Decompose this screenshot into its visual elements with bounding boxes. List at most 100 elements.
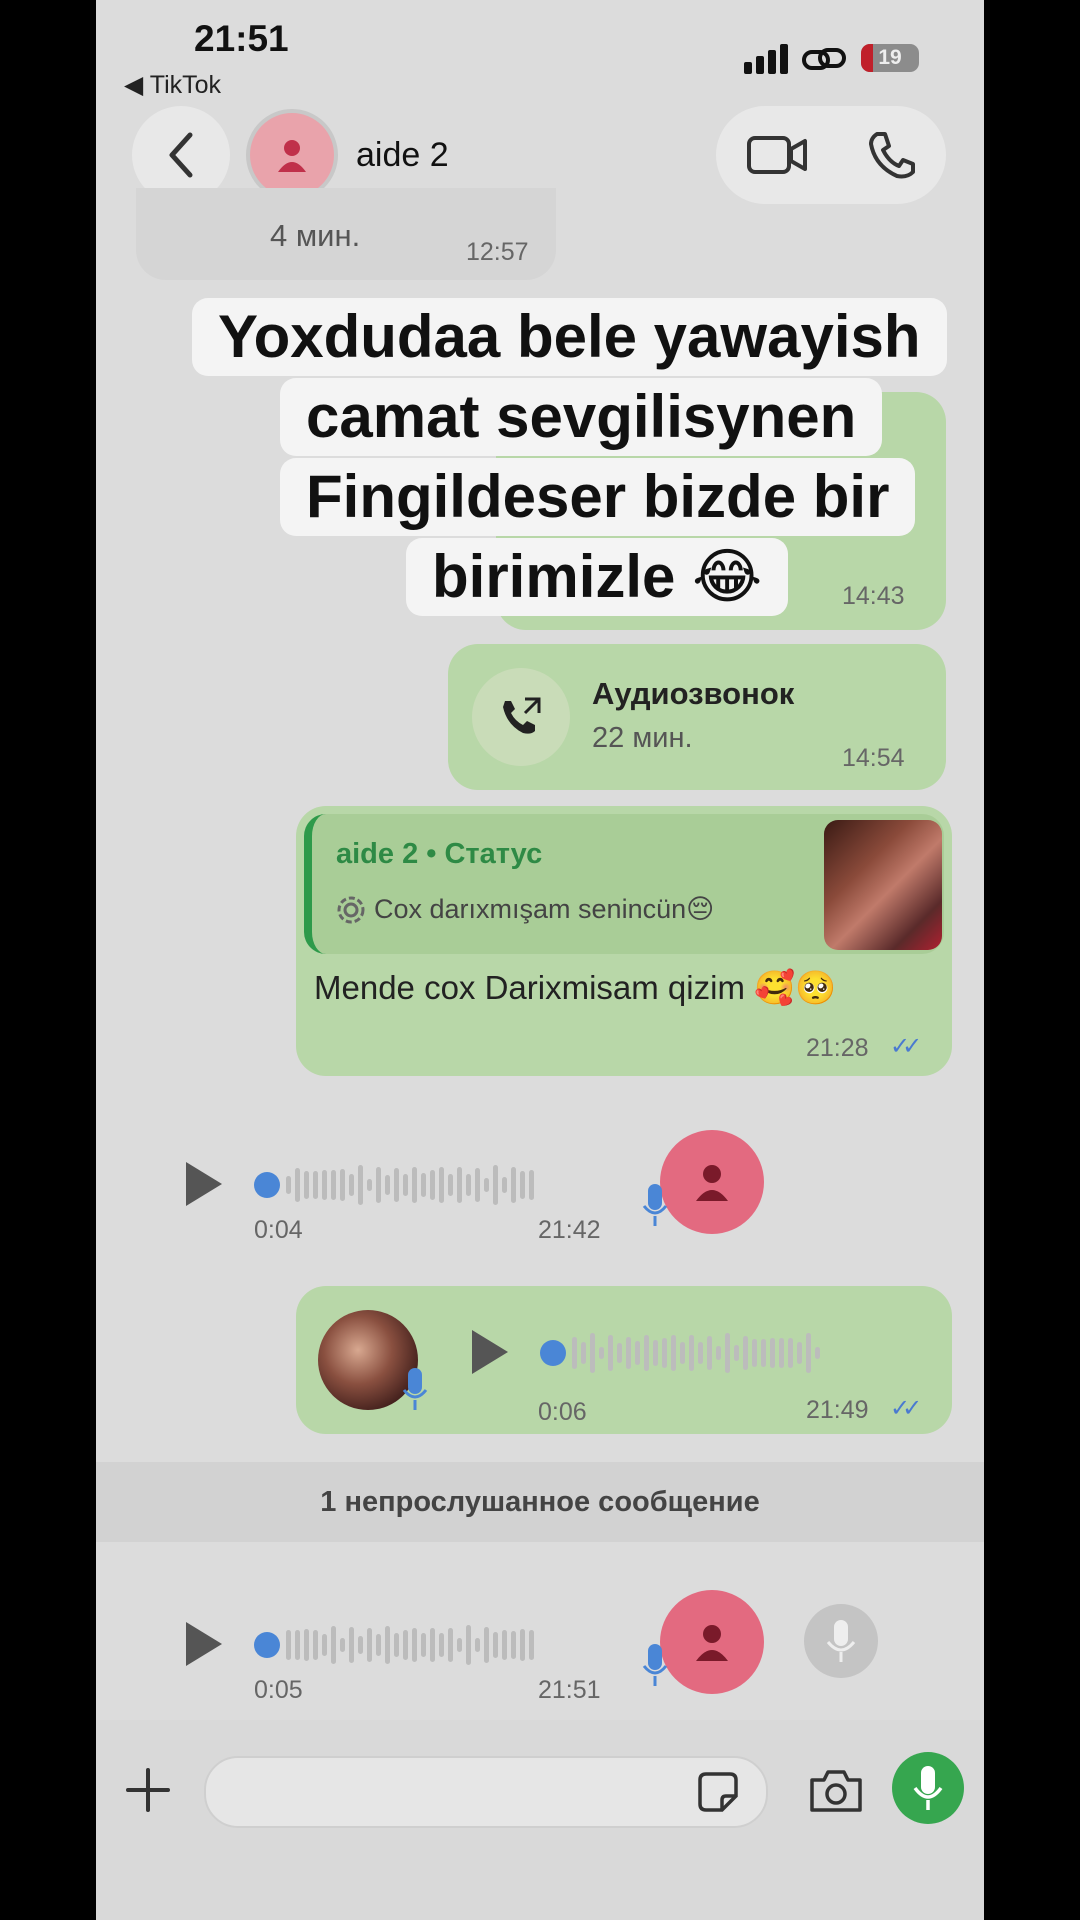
record-voice-button[interactable] [892, 1752, 964, 1824]
waveform-bar [466, 1625, 471, 1665]
caption-line-1: Yoxdudaa bele yawayish [192, 298, 947, 376]
waveform-bar [475, 1637, 480, 1653]
waveform-bar [340, 1638, 345, 1652]
waveform-bar [394, 1168, 399, 1202]
camera-icon[interactable] [808, 1768, 864, 1814]
message-input[interactable] [204, 1756, 768, 1828]
sender-avatar[interactable] [660, 1130, 764, 1234]
waveform-bar [286, 1176, 291, 1194]
voice-waveform[interactable] [286, 1610, 534, 1680]
call-actions [716, 106, 946, 204]
hidden-bubble-time: 14:43 [842, 582, 905, 610]
waveform-bar [529, 1170, 534, 1200]
audio-call-bubble[interactable]: Аудиозвонок 22 мин. 14:54 [448, 644, 946, 790]
microphone-icon [913, 1766, 943, 1810]
read-ticks-icon: ✓✓ [890, 1033, 922, 1060]
waveform-bar [385, 1175, 390, 1195]
previous-call-bubble[interactable]: 4 мин. 12:57 [136, 188, 556, 280]
voice-duration: 0:06 [538, 1398, 587, 1426]
waveform-bar [412, 1166, 417, 1204]
waveform-bar [815, 1346, 820, 1360]
transcribe-button[interactable] [804, 1604, 878, 1678]
waveform-bar [671, 1335, 676, 1371]
waveform-bar [520, 1629, 525, 1661]
waveform-bar [286, 1630, 291, 1660]
waveform-bar [626, 1336, 631, 1370]
voice-waveform[interactable] [572, 1318, 820, 1388]
sticker-icon[interactable] [696, 1770, 740, 1814]
waveform-bar [313, 1170, 318, 1200]
waveform-bar [349, 1174, 354, 1196]
waveform-bar [331, 1169, 336, 1201]
play-icon[interactable] [472, 1330, 508, 1374]
person-icon [696, 1625, 728, 1661]
waveform-bar [403, 1629, 408, 1661]
waveform-bar [644, 1334, 649, 1372]
waveform-bar [617, 1342, 622, 1364]
playback-scrubber[interactable] [254, 1632, 280, 1658]
waveform-bar [376, 1166, 381, 1204]
waveform-bar [707, 1336, 712, 1370]
waveform-bar [716, 1346, 721, 1360]
waveform-bar [788, 1337, 793, 1369]
contact-name: aide 2 [356, 135, 449, 174]
waveform-bar [511, 1167, 516, 1203]
person-icon [696, 1165, 728, 1201]
mic-icon [642, 1644, 668, 1686]
waveform-bar [725, 1333, 730, 1373]
waveform-bar [322, 1169, 327, 1201]
playback-scrubber[interactable] [254, 1172, 280, 1198]
play-icon[interactable] [186, 1622, 222, 1666]
waveform-bar [295, 1167, 300, 1203]
sender-avatar[interactable] [660, 1590, 764, 1694]
chat-screen: 21:51 ◀ TikTok 19 aide 2 4 мин. 12:57 14… [96, 0, 984, 1920]
play-icon[interactable] [186, 1162, 222, 1206]
status-thumbnail[interactable] [824, 820, 942, 950]
audio-call-time: 14:54 [842, 744, 905, 772]
signal-icon [744, 44, 788, 74]
voice-message-2[interactable]: 0:06 21:49 ✓✓ [296, 1286, 952, 1434]
voice-time: 21:42 [538, 1216, 601, 1244]
playback-scrubber[interactable] [540, 1340, 566, 1366]
mic-icon [402, 1368, 428, 1410]
waveform-bar [572, 1337, 577, 1369]
waveform-bar [385, 1626, 390, 1664]
voice-waveform[interactable] [286, 1150, 534, 1220]
status-ring-icon [337, 896, 365, 923]
waveform-bar [502, 1176, 507, 1194]
previous-call-duration: 4 мин. [270, 218, 361, 253]
back-to-app-link[interactable]: ◀ TikTok [124, 70, 221, 100]
outgoing-call-icon [503, 697, 541, 734]
waveform-bar [358, 1635, 363, 1655]
quoted-status-header: aide 2 • Статус [336, 838, 543, 870]
waveform-bar [367, 1178, 372, 1192]
video-call-icon[interactable] [746, 133, 808, 177]
waveform-bar [590, 1333, 595, 1373]
quoted-status[interactable]: aide 2 • Статус Cox darıxmışam senincün😔 [304, 814, 944, 954]
plus-icon[interactable] [124, 1766, 172, 1814]
audio-call-duration: 22 мин. [592, 722, 693, 754]
waveform-bar [599, 1347, 604, 1359]
waveform-bar [493, 1165, 498, 1205]
chevron-left-icon [169, 132, 193, 178]
waveform-bar [806, 1333, 811, 1373]
waveform-bar [761, 1338, 766, 1368]
waveform-bar [448, 1174, 453, 1196]
phone-icon[interactable] [867, 130, 917, 180]
audio-call-title: Аудиозвонок [592, 676, 795, 711]
mic-transcribe-icon [826, 1620, 856, 1662]
waveform-bar [689, 1335, 694, 1371]
caption-line-4: birimizle 😂 [406, 538, 789, 616]
quoted-status-text: Cox darıxmışam senincün😔 [374, 894, 715, 924]
call-outgoing-icon-wrap [472, 668, 570, 766]
waveform-bar [430, 1627, 435, 1663]
waveform-bar [331, 1625, 336, 1665]
waveform-bar [439, 1633, 444, 1657]
status-reply-bubble[interactable]: aide 2 • Статус Cox darıxmışam senincün😔… [296, 806, 952, 1076]
waveform-bar [367, 1628, 372, 1662]
battery-level: 19 [878, 46, 902, 69]
caption-line-2: camat sevgilisynen [280, 378, 883, 456]
caption-line-3: Fingildeser bizde bir [280, 458, 916, 536]
waveform-bar [493, 1631, 498, 1659]
waveform-bar [457, 1637, 462, 1653]
